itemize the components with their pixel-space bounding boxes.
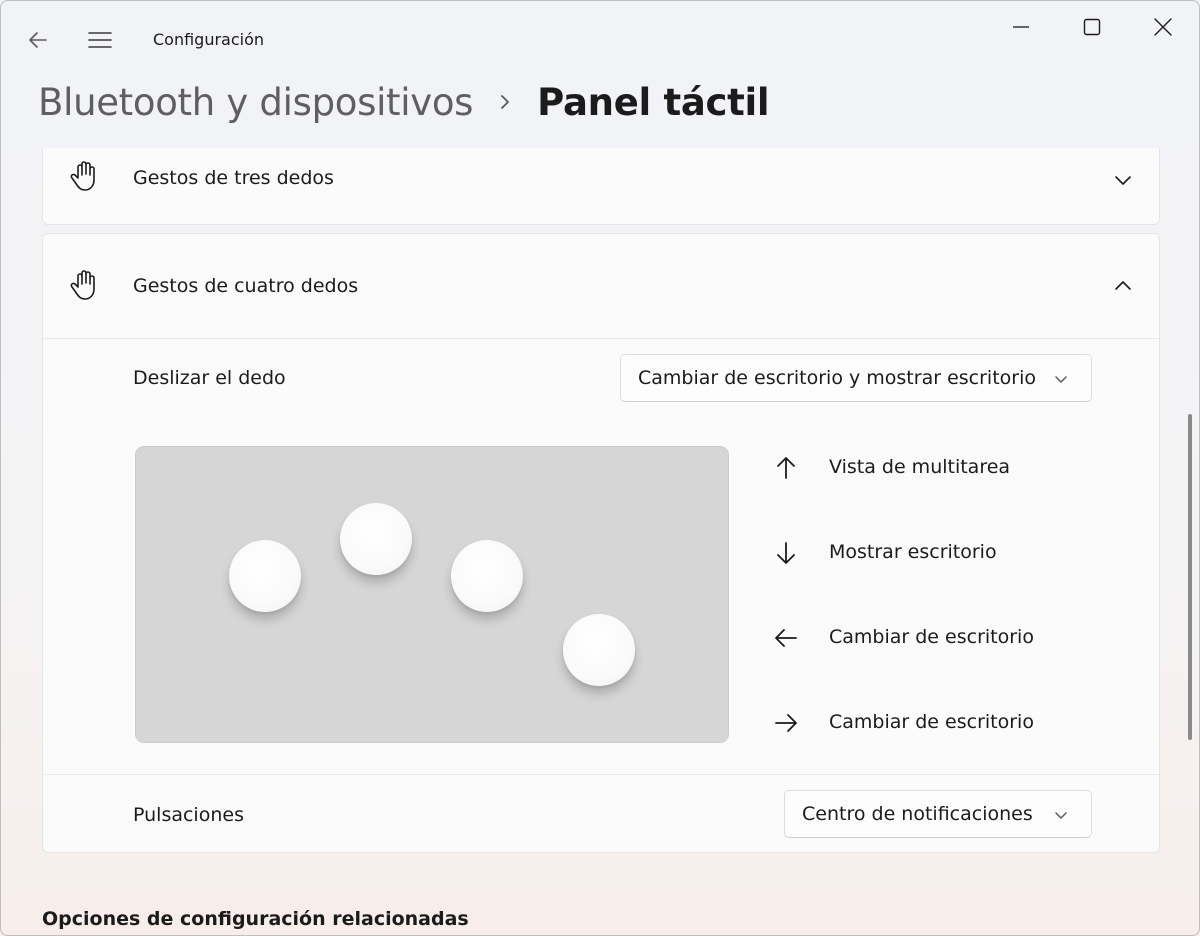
gesture-up: Vista de multitarea (773, 447, 1133, 487)
three-finger-gestures-header[interactable]: Gestos de tres dedos (43, 148, 1159, 226)
arrow-down-icon (777, 542, 795, 564)
chevron-right-icon (501, 95, 510, 109)
three-finger-gestures-card: Gestos de tres dedos (42, 148, 1160, 225)
expand-button[interactable] (1109, 166, 1137, 194)
breadcrumb-separator (473, 92, 537, 112)
collapse-button[interactable] (1109, 272, 1137, 300)
three-finger-gestures-label: Gestos de tres dedos (133, 167, 334, 189)
taps-dropdown-value: Centro de notificaciones (802, 803, 1033, 825)
vertical-scrollbar[interactable] (1188, 414, 1192, 740)
minimize-icon (1013, 26, 1029, 28)
finger-dot (340, 503, 412, 575)
close-button[interactable] (1140, 8, 1186, 46)
finger-dot (229, 540, 301, 612)
breadcrumb-parent-link[interactable]: Bluetooth y dispositivos (38, 81, 473, 124)
chevron-up-icon (1115, 281, 1131, 290)
breadcrumb: Bluetooth y dispositivos Panel táctil (38, 76, 770, 128)
divider (43, 338, 1159, 339)
arrow-right-icon (775, 714, 797, 732)
taps-label: Pulsaciones (133, 804, 244, 826)
swipe-dropdown-value: Cambiar de escritorio y mostrar escritor… (638, 367, 1036, 389)
gesture-right-label: Cambiar de escritorio (829, 711, 1034, 733)
gesture-up-label: Vista de multitarea (829, 456, 1011, 478)
maximize-button[interactable] (1069, 8, 1115, 46)
back-arrow-icon (29, 32, 47, 48)
hamburger-menu-icon (88, 32, 112, 48)
chevron-down-icon (1055, 376, 1067, 383)
divider (43, 774, 1159, 775)
chevron-down-icon (1055, 812, 1067, 819)
gesture-right: Cambiar de escritorio (773, 702, 1133, 742)
four-finger-gestures-header[interactable]: Gestos de cuatro dedos (43, 234, 1159, 338)
close-icon (1154, 18, 1172, 36)
navigation-menu-button[interactable] (82, 22, 118, 58)
chevron-down-icon (1115, 176, 1131, 185)
swipe-dropdown[interactable]: Cambiar de escritorio y mostrar escritor… (620, 354, 1092, 402)
title-bar: Configuración (0, 0, 1200, 72)
hand-icon (70, 270, 95, 300)
touchpad-illustration (135, 446, 729, 743)
settings-content[interactable]: Gestos de tres dedos Gestos de cuatro de… (0, 148, 1200, 936)
hand-icon (70, 161, 95, 191)
gesture-down: Mostrar escritorio (773, 532, 1133, 572)
arrow-up-icon (777, 457, 795, 479)
gesture-left-label: Cambiar de escritorio (829, 626, 1034, 648)
swipe-label: Deslizar el dedo (133, 367, 286, 389)
related-settings-heading: Opciones de configuración relacionadas (42, 908, 469, 930)
finger-dot (563, 614, 635, 686)
gesture-left: Cambiar de escritorio (773, 617, 1133, 657)
gesture-down-label: Mostrar escritorio (829, 541, 997, 563)
page-title: Panel táctil (537, 80, 770, 124)
finger-dot (451, 540, 523, 612)
arrow-left-icon (775, 629, 797, 647)
taps-dropdown[interactable]: Centro de notificaciones (784, 790, 1092, 838)
four-finger-gestures-label: Gestos de cuatro dedos (133, 275, 359, 297)
four-finger-gestures-card: Gestos de cuatro dedos Deslizar el dedo … (42, 233, 1160, 853)
minimize-button[interactable] (998, 8, 1044, 46)
maximize-icon (1083, 18, 1101, 36)
back-button[interactable] (20, 22, 56, 58)
app-title: Configuración (153, 30, 265, 49)
